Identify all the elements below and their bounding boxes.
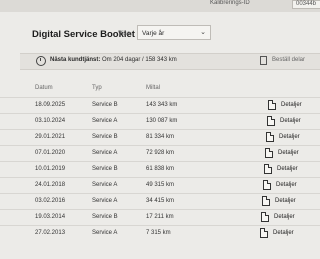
row-type: Service A <box>92 118 118 124</box>
row-mileage: 7 315 km <box>146 230 171 236</box>
table-row: 07.01.2020 Service A 72 928 km Detaljer <box>0 145 320 162</box>
row-type: Service B <box>92 134 118 140</box>
period-select-value: Varje år <box>142 30 165 37</box>
document-icon[interactable] <box>264 164 272 174</box>
table-row: 10.01.2019 Service B 61 838 km Detaljer <box>0 161 320 178</box>
table-row: 03.10.2024 Service A 130 087 km Detaljer <box>0 113 320 130</box>
row-mileage: 49 315 km <box>146 182 175 188</box>
page: Kalibrerings-ID 00344b Digital Service B… <box>0 0 320 259</box>
table-row: 03.02.2016 Service A 34 415 km Detaljer <box>0 193 320 210</box>
table-row: 27.02.2013 Service A 7 315 km Detaljer <box>0 225 320 242</box>
row-date: 03.10.2024 <box>35 118 66 124</box>
document-icon[interactable] <box>263 180 271 190</box>
table-row: 29.01.2021 Service B 81 334 km Detaljer <box>0 129 320 146</box>
table-row: 24.01.2018 Service A 49 315 km Detaljer <box>0 177 320 194</box>
document-icon[interactable] <box>268 100 276 110</box>
document-icon[interactable] <box>260 228 268 238</box>
clock-icon <box>36 56 46 66</box>
row-mileage: 81 334 km <box>146 134 175 140</box>
row-date: 24.01.2018 <box>35 182 66 188</box>
calibration-label: Kalibrerings-ID <box>210 0 250 6</box>
row-type: Service B <box>92 102 118 108</box>
next-service-value: Om 204 dagar / 158 343 km <box>102 57 177 63</box>
details-link[interactable]: Detaljer <box>279 134 300 140</box>
next-service-text: Nästa kundtjänst: Om 204 dagar / 158 343… <box>50 57 177 63</box>
next-service-label: Nästa kundtjänst: <box>50 57 101 63</box>
row-date: 03.02.2016 <box>35 198 66 204</box>
column-header-date: Datum <box>35 85 53 91</box>
row-type: Service A <box>92 182 118 188</box>
chevron-down-icon: ⌄ <box>200 29 206 36</box>
details-link[interactable]: Detaljer <box>277 166 298 172</box>
row-date: 07.01.2020 <box>35 150 66 156</box>
details-link[interactable]: Detaljer <box>281 102 302 108</box>
row-date: 18.09.2025 <box>35 102 66 108</box>
details-link[interactable]: Detaljer <box>273 230 294 236</box>
book-icon[interactable] <box>260 56 267 65</box>
row-type: Service A <box>92 198 118 204</box>
calibration-id-field[interactable]: 00344b <box>292 0 320 9</box>
row-mileage: 130 087 km <box>146 118 178 124</box>
row-mileage: 143 343 km <box>146 102 178 108</box>
details-link[interactable]: Detaljer <box>275 198 296 204</box>
row-type: Service B <box>92 166 118 172</box>
row-date: 10.01.2019 <box>35 166 66 172</box>
document-icon[interactable] <box>265 148 273 158</box>
document-icon[interactable] <box>267 116 275 126</box>
order-parts-link[interactable]: Beställ delar <box>272 57 305 63</box>
column-header-mileage: Miltal <box>146 85 161 91</box>
details-link[interactable]: Detaljer <box>280 118 301 124</box>
column-header-type: Typ <box>92 85 102 91</box>
table-row: 18.09.2025 Service B 143 343 km Detaljer <box>0 97 320 114</box>
details-link[interactable]: Detaljer <box>276 182 297 188</box>
row-type: Service B <box>92 214 118 220</box>
row-date: 19.03.2014 <box>35 214 66 220</box>
document-icon[interactable] <box>261 212 269 222</box>
document-icon[interactable] <box>266 132 274 142</box>
row-mileage: 61 838 km <box>146 166 175 172</box>
filter-label: Visa <box>118 30 131 37</box>
row-mileage: 34 415 km <box>146 198 175 204</box>
row-mileage: 17 211 km <box>146 214 174 220</box>
row-mileage: 72 928 km <box>146 150 175 156</box>
period-select[interactable]: Varje år ⌄ <box>137 25 211 40</box>
next-service-bar: Nästa kundtjänst: Om 204 dagar / 158 343… <box>20 53 320 70</box>
row-date: 29.01.2021 <box>35 134 66 140</box>
row-type: Service A <box>92 230 118 236</box>
details-link[interactable]: Detaljer <box>278 150 299 156</box>
top-strip: Kalibrerings-ID 00344b <box>0 0 320 12</box>
details-link[interactable]: Detaljer <box>274 214 295 220</box>
row-type: Service A <box>92 150 118 156</box>
row-date: 27.02.2013 <box>35 230 66 236</box>
document-icon[interactable] <box>262 196 270 206</box>
table-row: 19.03.2014 Service B 17 211 km Detaljer <box>0 209 320 226</box>
